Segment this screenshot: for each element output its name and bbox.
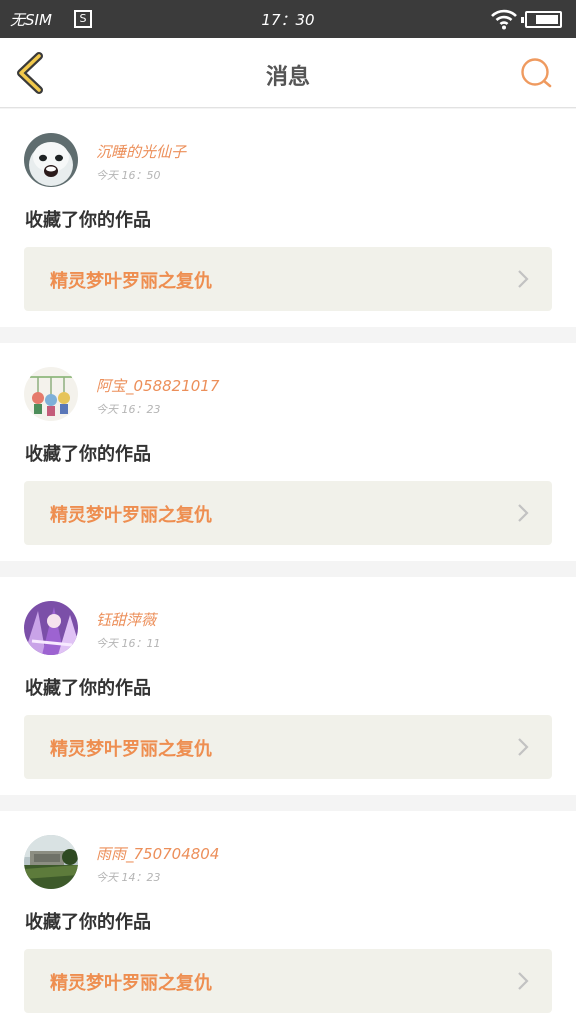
notification-card: 雨雨_750704804 今天 14：23 收藏了你的作品 精灵梦叶罗丽之复仇 <box>0 811 576 1024</box>
search-icon[interactable] <box>518 55 554 91</box>
work-link[interactable]: 精灵梦叶罗丽之复仇 <box>24 247 552 311</box>
notification-card: 钰甜萍薇 今天 16：11 收藏了你的作品 精灵梦叶罗丽之复仇 <box>0 577 576 795</box>
chevron-right-icon <box>518 738 529 756</box>
notification-card: 阿宝_058821017 今天 16：23 收藏了你的作品 精灵梦叶罗丽之复仇 <box>0 343 576 561</box>
chevron-right-icon <box>518 270 529 288</box>
work-link[interactable]: 精灵梦叶罗丽之复仇 <box>24 481 552 545</box>
work-title: 精灵梦叶罗丽之复仇 <box>50 973 212 994</box>
timestamp: 今天 16：11 <box>96 637 161 650</box>
page-title: 消息 <box>265 65 310 90</box>
timestamp: 今天 16：23 <box>96 403 161 416</box>
back-chevron-icon[interactable] <box>12 52 46 94</box>
work-title: 精灵梦叶罗丽之复仇 <box>50 739 212 760</box>
chevron-right-icon <box>518 504 529 522</box>
chevron-right-icon <box>518 972 529 990</box>
notification-card: 沉睡的光仙子 今天 16：50 收藏了你的作品 精灵梦叶罗丽之复仇 <box>0 109 576 327</box>
username[interactable]: 沉睡的光仙子 <box>96 141 186 162</box>
timestamp: 今天 16：50 <box>96 169 161 182</box>
user-avatar[interactable] <box>24 367 78 421</box>
username[interactable]: 钰甜萍薇 <box>96 609 156 630</box>
work-title: 精灵梦叶罗丽之复仇 <box>50 271 212 292</box>
status-bar: 无SIM S 17：30 <box>0 0 576 38</box>
wifi-icon <box>491 9 517 30</box>
action-text: 收藏了你的作品 <box>25 912 151 933</box>
user-avatar[interactable] <box>24 133 78 187</box>
work-link[interactable]: 精灵梦叶罗丽之复仇 <box>24 715 552 779</box>
top-nav-bar: 消息 <box>0 38 576 108</box>
work-link[interactable]: 精灵梦叶罗丽之复仇 <box>24 949 552 1013</box>
action-text: 收藏了你的作品 <box>25 678 151 699</box>
username[interactable]: 阿宝_058821017 <box>96 375 219 396</box>
user-avatar[interactable] <box>24 835 78 889</box>
timestamp: 今天 14：23 <box>96 871 161 884</box>
user-avatar[interactable] <box>24 601 78 655</box>
battery-icon <box>521 11 562 28</box>
work-title: 精灵梦叶罗丽之复仇 <box>50 505 212 526</box>
action-text: 收藏了你的作品 <box>25 444 151 465</box>
username[interactable]: 雨雨_750704804 <box>96 843 219 864</box>
action-text: 收藏了你的作品 <box>25 210 151 231</box>
